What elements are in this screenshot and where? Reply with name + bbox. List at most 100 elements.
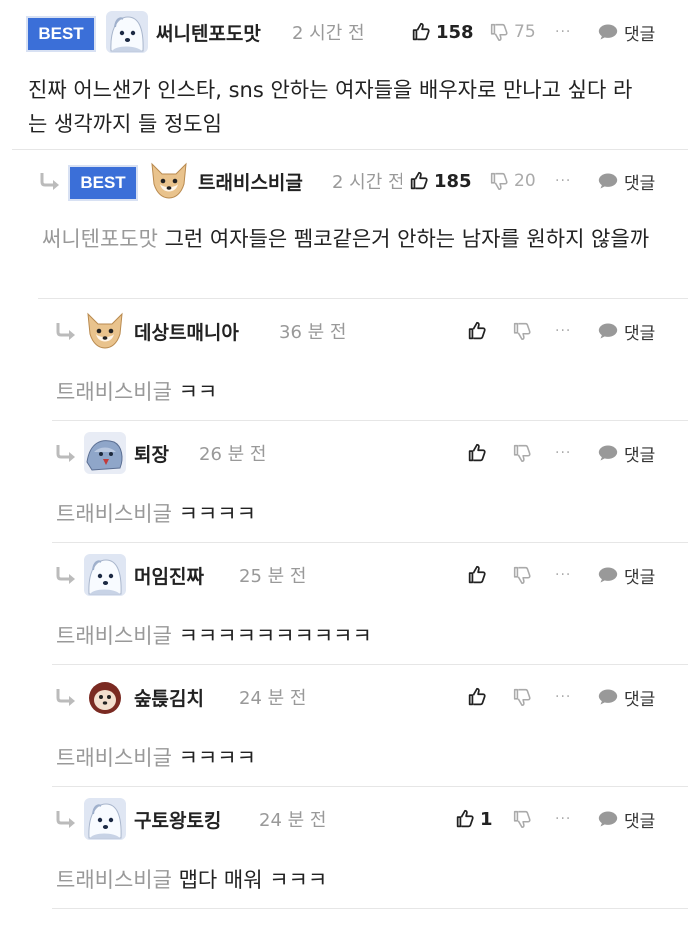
comment-body: ㅋㅋㅋㅋㅋㅋㅋㅋㅋㅋ [178, 624, 372, 648]
like-button[interactable]: 1 [454, 797, 493, 841]
divider [52, 786, 688, 787]
more-options-icon[interactable]: ··· [555, 431, 571, 475]
mention[interactable]: 써니텐포도맛 [42, 227, 158, 251]
comment-text: 트래비스비글 ㅋㅋㅋㅋㅋㅋㅋㅋㅋㅋ [56, 619, 656, 653]
avatar[interactable] [84, 798, 126, 840]
avatar[interactable] [106, 11, 148, 53]
mention[interactable]: 트래비스비글 [56, 868, 172, 892]
mention[interactable]: 트래비스비글 [56, 380, 172, 404]
reply-arrow-icon [54, 431, 82, 475]
reply-button[interactable]: 댓글 [598, 675, 655, 719]
comment-header: 구토왕토킹 24 분 전 1 ··· 댓글 [0, 797, 700, 841]
comment-nickname[interactable]: 트래비스비글 [198, 159, 303, 203]
comment-time: 26 분 전 [199, 444, 267, 465]
comment-time: 25 분 전 [239, 566, 307, 587]
reply-button[interactable]: 댓글 [598, 431, 655, 475]
comment-time: 2 시간 전 [332, 172, 402, 193]
divider [12, 149, 688, 150]
dislike-button[interactable] [511, 553, 537, 597]
comment-header: 숲튽김치 24 분 전 ··· 댓글 [0, 675, 700, 719]
more-options-icon[interactable]: ··· [555, 10, 571, 54]
like-button[interactable] [466, 553, 492, 597]
speech-bubble-icon [598, 566, 618, 584]
comment-nickname[interactable]: 데상트매니아 [134, 309, 239, 353]
comment-time: 36 분 전 [279, 322, 347, 343]
reply-arrow-icon [54, 309, 82, 353]
like-count: 1 [480, 808, 493, 830]
thumbs-up-icon [454, 808, 476, 830]
thumbs-up-icon [466, 564, 488, 586]
best-badge: BEST [26, 16, 96, 52]
comment-body: 그런 여자들은 펨코같은거 안하는 남자를 원하지 않을까 [164, 227, 650, 251]
mention[interactable]: 트래비스비글 [56, 624, 172, 648]
more-options-icon[interactable]: ··· [555, 159, 571, 203]
reply-arrow-icon [54, 675, 82, 719]
comment-nickname[interactable]: 머임진짜 [134, 553, 204, 597]
thumbs-down-icon [511, 686, 533, 708]
dislike-count: 20 [514, 171, 536, 191]
avatar[interactable] [84, 676, 126, 718]
like-button[interactable]: 158 [410, 10, 474, 54]
thumbs-up-icon [410, 21, 432, 43]
mention[interactable]: 트래비스비글 [56, 502, 172, 526]
dislike-button[interactable] [511, 797, 537, 841]
thumbs-up-icon [466, 442, 488, 464]
avatar[interactable] [148, 160, 190, 202]
like-button[interactable] [466, 309, 492, 353]
reply-label: 댓글 [624, 173, 656, 194]
thumbs-up-icon [408, 170, 430, 192]
dislike-button[interactable] [511, 675, 537, 719]
avatar[interactable] [84, 432, 126, 474]
divider [52, 664, 688, 665]
comment-nickname[interactable]: 써니텐포도맛 [156, 10, 261, 54]
comment-text: 트래비스비글 ㅋㅋㅋㅋ [56, 497, 656, 531]
thumbs-up-icon [466, 320, 488, 342]
reply-button[interactable]: 댓글 [598, 309, 655, 353]
reply-button[interactable]: 댓글 [598, 553, 655, 597]
comment-time: 24 분 전 [259, 810, 327, 831]
comment-text: 트래비스비글 ㅋㅋㅋㅋ [56, 741, 656, 775]
reply-arrow-icon [54, 797, 82, 841]
reply-label: 댓글 [624, 323, 656, 344]
like-button[interactable] [466, 675, 492, 719]
dislike-button[interactable] [511, 431, 537, 475]
comment-body: ㅋㅋ [178, 380, 218, 404]
thumbs-down-icon [488, 21, 510, 43]
comment-nickname[interactable]: 구토왕토킹 [134, 797, 221, 841]
more-options-icon[interactable]: ··· [555, 797, 571, 841]
comment-nickname[interactable]: 숲튽김치 [134, 675, 204, 719]
dislike-button[interactable]: 75 [488, 10, 536, 54]
reply-button[interactable]: 댓글 [598, 797, 655, 841]
reply-arrow-icon [54, 553, 82, 597]
comment-header: BEST 트래비스비글 2 시간 전 185 20 ··· 댓글 [0, 159, 700, 203]
reply-label: 댓글 [624, 24, 656, 45]
like-button[interactable]: 185 [408, 159, 472, 203]
divider [52, 542, 688, 543]
thumbs-up-icon [466, 686, 488, 708]
divider [52, 420, 688, 421]
avatar[interactable] [84, 310, 126, 352]
thumbs-down-icon [511, 808, 533, 830]
shiba-avatar-icon [148, 160, 190, 202]
reply-button[interactable]: 댓글 [598, 159, 655, 203]
white-dog-avatar-icon [84, 554, 126, 596]
dislike-button[interactable] [511, 309, 537, 353]
speech-bubble-icon [598, 322, 618, 340]
comment-time: 2 시간 전 [292, 23, 365, 44]
comment-body: 맵다 매워 ㅋㅋㅋ [178, 868, 328, 892]
reply-button[interactable]: 댓글 [598, 10, 655, 54]
more-options-icon[interactable]: ··· [555, 309, 571, 353]
avatar[interactable] [84, 554, 126, 596]
comment-header: 머임진짜 25 분 전 ··· 댓글 [0, 553, 700, 597]
thumbs-down-icon [511, 320, 533, 342]
comment-nickname[interactable]: 퇴장 [134, 431, 169, 475]
comment-header: BEST 써니텐포도맛 2 시간 전 158 75 ··· 댓글 [0, 10, 700, 54]
white-dog-avatar-icon [106, 11, 148, 53]
like-count: 185 [434, 170, 472, 192]
more-options-icon[interactable]: ··· [555, 553, 571, 597]
comment-time: 24 분 전 [239, 688, 307, 709]
like-button[interactable] [466, 431, 492, 475]
dislike-button[interactable]: 20 [488, 159, 536, 203]
more-options-icon[interactable]: ··· [555, 675, 571, 719]
mention[interactable]: 트래비스비글 [56, 746, 172, 770]
